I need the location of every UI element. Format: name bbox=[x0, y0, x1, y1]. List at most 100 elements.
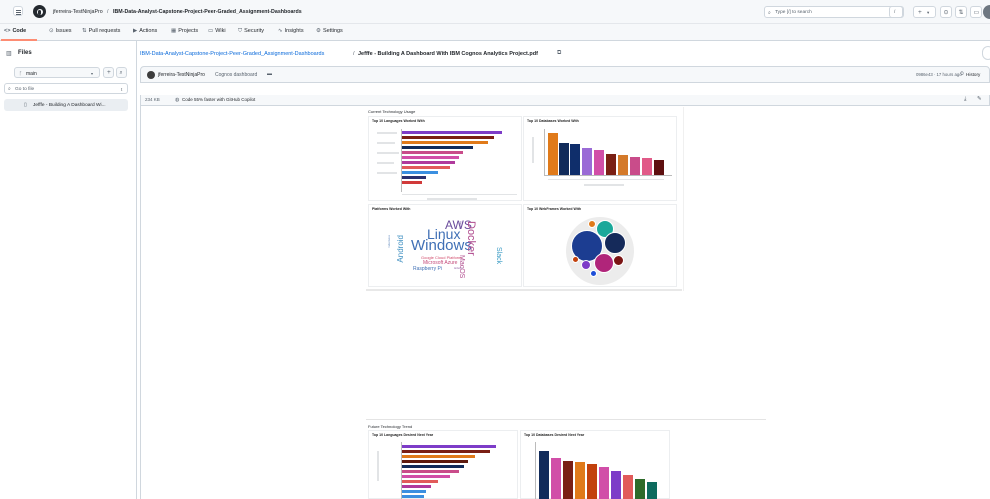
bar bbox=[402, 450, 490, 453]
bar bbox=[654, 160, 664, 175]
bar bbox=[402, 485, 431, 488]
tab-projects[interactable]: ▦ Projects bbox=[171, 28, 198, 34]
bar bbox=[575, 462, 585, 499]
bubble bbox=[572, 256, 579, 263]
chart-title: Top 10 Databases Worked With bbox=[527, 119, 579, 123]
bubble bbox=[594, 253, 614, 273]
bar bbox=[402, 455, 475, 458]
bar bbox=[402, 166, 450, 169]
table-icon: ▦ bbox=[171, 28, 177, 34]
pdf-page: Current Technology Usage Top 10 Language… bbox=[366, 107, 682, 291]
tab-wiki[interactable]: ▭ Wiki bbox=[208, 28, 226, 34]
tab-security[interactable]: ⛉ Security bbox=[238, 28, 264, 35]
inbox-button[interactable]: ▭ bbox=[970, 6, 982, 18]
bar bbox=[402, 495, 424, 498]
tab-pull-requests[interactable]: ⇅ Pull requests bbox=[82, 28, 120, 34]
platforms-wordcloud: Platforms Worked With AWS Linux Windows … bbox=[368, 204, 522, 287]
bar bbox=[402, 470, 459, 473]
tab-issues[interactable]: ⊙ Issues bbox=[49, 28, 72, 34]
bar bbox=[548, 133, 558, 175]
download-icon[interactable]: ⤓ bbox=[964, 96, 966, 103]
search-icon: ⌕ bbox=[8, 86, 11, 92]
git-branch-icon: ᚴ bbox=[19, 70, 23, 77]
command-palette-button[interactable]: / bbox=[889, 6, 903, 18]
languages-next-year-chart: Top 10 Languages Desired Next Year bbox=[368, 430, 518, 499]
breadcrumb-file: Jefffe - Building A Dashboard With IBM C… bbox=[358, 51, 538, 57]
pdf-page: Future Technology Trend Top 10 Languages… bbox=[366, 423, 682, 499]
sidebar-collapse-icon[interactable]: ▥ bbox=[6, 50, 12, 57]
search-files-button[interactable]: ⌕ bbox=[116, 67, 127, 78]
github-logo-icon[interactable] bbox=[33, 5, 46, 18]
databases-chart: Top 10 Databases Worked With bbox=[523, 116, 677, 201]
tab-actions[interactable]: ▶ Actions bbox=[133, 28, 157, 34]
chevron-down-icon: ▾ bbox=[91, 71, 94, 76]
bar bbox=[402, 141, 488, 144]
chart-title: Top 10 Languages Desired Next Year bbox=[372, 433, 434, 437]
history-link[interactable]: History bbox=[966, 72, 980, 77]
commit-author[interactable]: jferreira-TestNinjaPro bbox=[158, 72, 205, 78]
bar bbox=[647, 482, 657, 499]
bar bbox=[402, 465, 464, 468]
bar bbox=[587, 464, 597, 499]
bar bbox=[635, 479, 645, 499]
ellipsis-icon[interactable]: ▬ bbox=[267, 71, 272, 77]
word: Heroku bbox=[458, 221, 462, 230]
inbox-icon: ▭ bbox=[973, 10, 980, 16]
copilot-promo[interactable]: Code 55% faster with GitHub Copilot bbox=[182, 97, 255, 102]
word: Kubernetes bbox=[388, 235, 391, 248]
bar bbox=[402, 156, 459, 159]
hamburger-menu-button[interactable] bbox=[13, 6, 23, 16]
breadcrumb-repo-link[interactable]: IBM-Data-Analyst-Capstone-Project-Peer-G… bbox=[140, 51, 324, 57]
commit-hash-time[interactable]: 0986e43 · 17 hours ago bbox=[916, 72, 962, 77]
bar bbox=[402, 136, 494, 139]
code-icon: <> bbox=[4, 28, 11, 34]
repo-owner-link[interactable]: jferreira-TestNinjaPro bbox=[53, 9, 103, 15]
file-tree-sidebar: ▥ Files ᚴ main ▾ + ⌕ ⌕ Go to file t ▯ Je… bbox=[0, 41, 137, 499]
chevron-down-icon: ▾ bbox=[927, 10, 930, 15]
webframes-bubble-chart: Top 10 WebFrames Worked With bbox=[523, 204, 677, 287]
latest-commit-bar: jferreira-TestNinjaPro Cognos dashboard … bbox=[140, 66, 990, 83]
bar bbox=[642, 158, 652, 175]
bar bbox=[402, 445, 496, 448]
bar bbox=[630, 157, 640, 175]
issues-button[interactable]: ⊙ bbox=[940, 6, 952, 18]
go-to-file-input[interactable]: ⌕ Go to file t bbox=[4, 83, 128, 94]
avatar[interactable] bbox=[147, 71, 155, 79]
search-input[interactable]: ⌕ Type [/] to search bbox=[764, 6, 904, 18]
bar bbox=[611, 471, 621, 499]
pencil-icon[interactable]: ✎ bbox=[977, 96, 982, 102]
bar bbox=[594, 150, 604, 175]
more-options-button[interactable] bbox=[982, 46, 990, 60]
bar bbox=[402, 181, 422, 184]
create-new-button[interactable]: + ▾ bbox=[913, 6, 936, 18]
pull-requests-button[interactable]: ⇅ bbox=[955, 6, 967, 18]
databases-next-year-chart: Top 10 Databases Desired Next Year bbox=[520, 430, 670, 499]
bar bbox=[559, 143, 569, 175]
word: Slack bbox=[495, 247, 502, 265]
search-placeholder: Type [/] to search bbox=[775, 10, 812, 15]
book-icon: ▭ bbox=[208, 28, 214, 34]
avatar[interactable] bbox=[983, 5, 990, 19]
gear-icon: ⚙ bbox=[316, 28, 321, 34]
search-icon: ⌕ bbox=[768, 9, 771, 16]
shortcut-key-badge: t bbox=[121, 87, 123, 92]
commit-message[interactable]: Cognos dashboard bbox=[215, 72, 257, 78]
copy-path-icon[interactable]: ⧉ bbox=[557, 50, 561, 57]
word: Docker bbox=[465, 221, 477, 256]
chart-title: Top 10 WebFrames Worked With bbox=[527, 207, 582, 211]
bar bbox=[618, 155, 628, 175]
branch-selector[interactable]: ᚴ main ▾ bbox=[14, 67, 100, 78]
add-file-button[interactable]: + bbox=[103, 67, 114, 78]
tab-insights[interactable]: ∿ Insights bbox=[278, 28, 304, 34]
bar bbox=[402, 490, 426, 493]
bar bbox=[551, 458, 561, 499]
graph-icon: ∿ bbox=[278, 28, 283, 34]
file-size: 234 KB bbox=[145, 97, 160, 102]
bar bbox=[402, 475, 450, 478]
tab-settings[interactable]: ⚙ Settings bbox=[316, 28, 343, 34]
repo-name-link[interactable]: IBM-Data-Analyst-Capstone-Project-Peer-G… bbox=[113, 9, 302, 15]
bar bbox=[623, 475, 633, 499]
file-tree-item[interactable]: ▯ Jefffe - Building A Dashboard Wi... bbox=[4, 99, 128, 111]
tab-code[interactable]: <> Code bbox=[4, 28, 26, 34]
bubble bbox=[613, 255, 624, 266]
